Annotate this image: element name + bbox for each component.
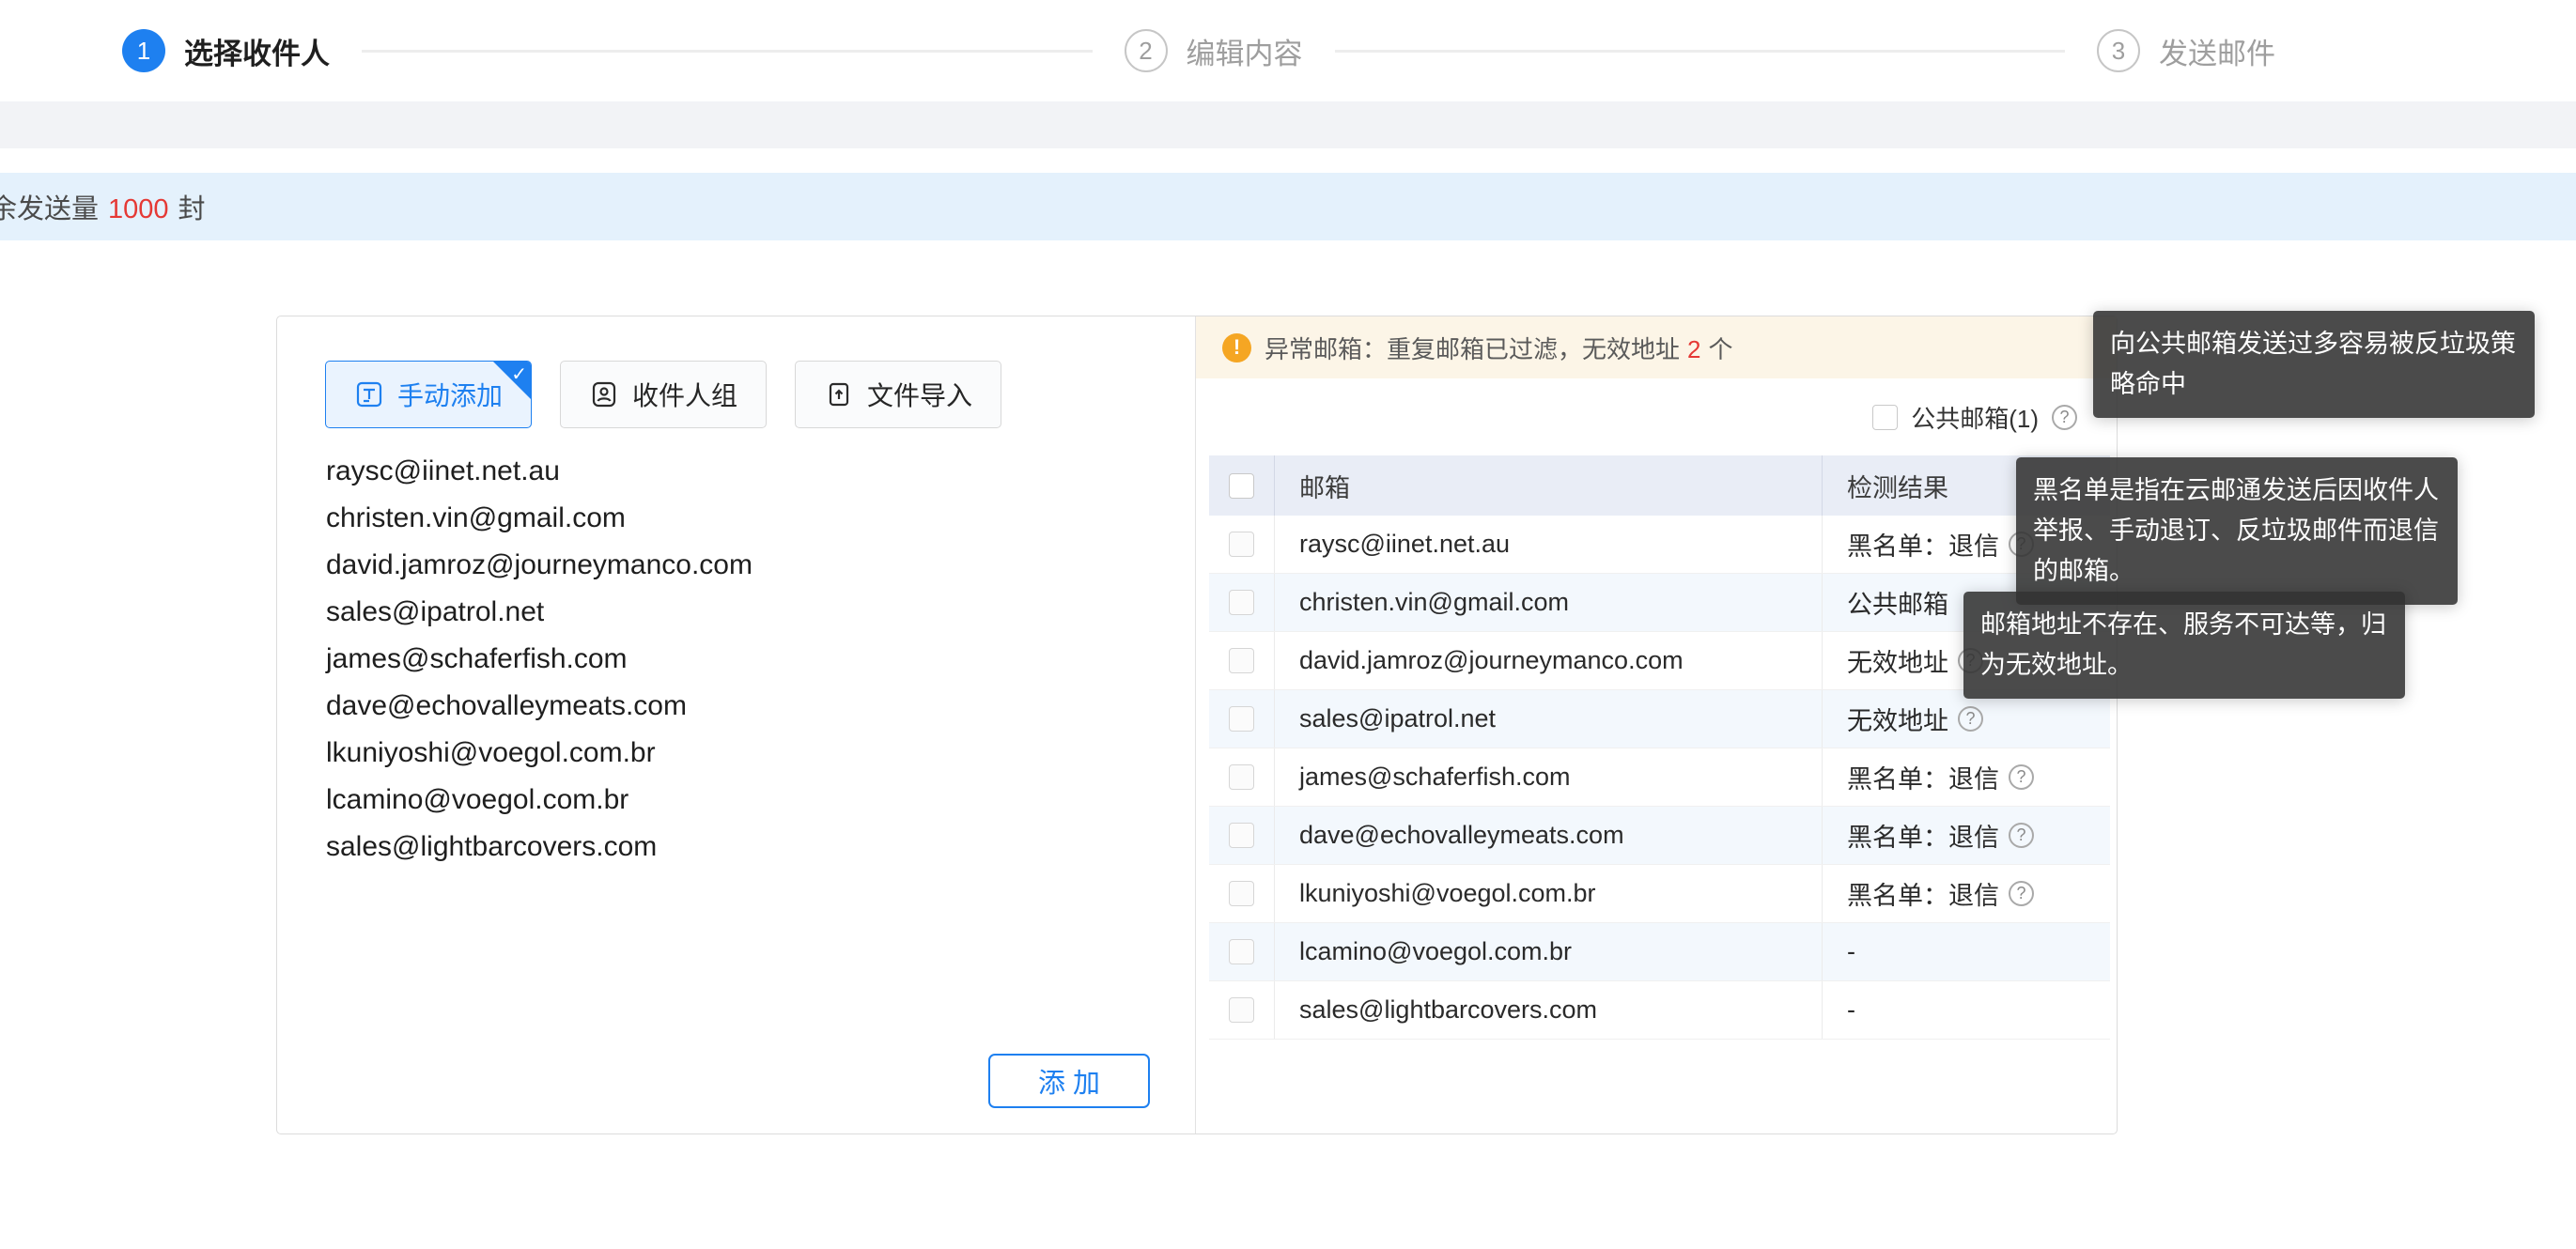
row-checkbox[interactable] xyxy=(1229,881,1254,906)
tab-recipient-group-label: 收件人组 xyxy=(632,376,737,413)
row-result: - xyxy=(1847,937,1855,966)
result-help-icon[interactable]: ? xyxy=(2009,881,2034,906)
public-mailbox-help-icon[interactable]: ? xyxy=(2052,405,2077,430)
manual-add-icon xyxy=(354,379,384,409)
row-checkbox[interactable] xyxy=(1229,648,1254,673)
entered-email: sales@ipatrol.net xyxy=(326,589,1134,636)
result-help-icon[interactable]: ? xyxy=(2009,823,2034,848)
row-result: 无效地址 xyxy=(1847,701,1948,737)
row-result: 公共邮箱 xyxy=(1847,584,1948,621)
public-mailbox-checkbox[interactable] xyxy=(1872,405,1898,430)
table-row: james@schaferfish.com 黑名单：退信 ? xyxy=(1209,748,2110,807)
row-checkbox[interactable] xyxy=(1229,590,1254,615)
row-email: christen.vin@gmail.com xyxy=(1275,574,1823,631)
row-result: 黑名单：退信 xyxy=(1847,526,1999,563)
quota-unit: 封 xyxy=(178,194,206,224)
email-column-header: 邮箱 xyxy=(1275,455,1823,516)
step-connector xyxy=(362,50,1093,53)
entered-email: christen.vin@gmail.com xyxy=(326,495,1134,542)
row-result: 黑名单：退信 xyxy=(1847,759,1999,795)
row-email: lcamino@voegol.com.br xyxy=(1275,923,1823,980)
tab-recipient-group[interactable]: 收件人组 xyxy=(560,361,767,428)
row-result: 黑名单：退信 xyxy=(1847,817,1999,854)
warning-suffix: 个 xyxy=(1708,335,1732,363)
step-2-badge: 2 xyxy=(1125,29,1168,72)
warning-icon: ! xyxy=(1222,333,1251,362)
abnormal-mailbox-banner: ! 异常邮箱：重复邮箱已过滤，无效地址2个 xyxy=(1196,316,2117,378)
row-result: 无效地址 xyxy=(1847,642,1948,679)
table-row: sales@ipatrol.net 无效地址 ? xyxy=(1209,690,2110,748)
public-mailbox-label: 公共邮箱(1) xyxy=(1911,400,2039,435)
tab-file-import[interactable]: 文件导入 xyxy=(795,361,1001,428)
file-import-icon xyxy=(824,379,854,409)
check-icon: ✓ xyxy=(511,362,527,386)
public-mailbox-filter-row: 公共邮箱(1) ? xyxy=(1196,378,2117,455)
step-connector xyxy=(1335,50,2066,53)
entered-email: david.jamroz@journeymanco.com xyxy=(326,542,1134,589)
recipient-input-section: 手动添加 ✓ 收件人组 文件导入 xyxy=(277,316,1196,1133)
table-row: sales@lightbarcovers.com - ? xyxy=(1209,981,2110,1040)
recipient-panel: 手动添加 ✓ 收件人组 文件导入 xyxy=(276,316,2118,1134)
warning-text: 异常邮箱：重复邮箱已过滤，无效地址 xyxy=(1265,335,1680,363)
quota-prefix: 剩余发送量 xyxy=(0,194,99,224)
row-checkbox[interactable] xyxy=(1229,997,1254,1023)
row-checkbox[interactable] xyxy=(1229,764,1254,790)
row-email: raysc@iinet.net.au xyxy=(1275,516,1823,573)
table-header-row: 邮箱 检测结果 xyxy=(1209,455,2110,516)
step-send-mail: 3 发送邮件 xyxy=(2097,29,2275,72)
row-email: lkuniyoshi@voegol.com.br xyxy=(1275,865,1823,922)
table-row: dave@echovalleymeats.com 黑名单：退信 ? xyxy=(1209,807,2110,865)
entered-email: james@schaferfish.com xyxy=(326,636,1134,683)
header-divider-strip xyxy=(0,101,2576,148)
wizard-stepper: 1 选择收件人 2 编辑内容 3 发送邮件 xyxy=(0,0,2576,101)
row-result: 黑名单：退信 xyxy=(1847,875,1999,912)
step-1-label: 选择收件人 xyxy=(184,30,330,72)
entered-email: lkuniyoshi@voegol.com.br xyxy=(326,730,1134,777)
entered-email: dave@echovalleymeats.com xyxy=(326,683,1134,730)
send-quota-bar: 剩余发送量 1000 封 xyxy=(0,173,2576,240)
row-checkbox[interactable] xyxy=(1229,939,1254,964)
row-checkbox[interactable] xyxy=(1229,706,1254,732)
select-all-checkbox[interactable] xyxy=(1229,473,1254,499)
row-email: david.jamroz@journeymanco.com xyxy=(1275,632,1823,689)
row-checkbox[interactable] xyxy=(1229,823,1254,848)
manual-email-input-area[interactable]: raysc@iinet.net.au christen.vin@gmail.co… xyxy=(326,448,1134,871)
tooltip-invalid-address: 邮箱地址不存在、服务不可达等，归为无效地址。 xyxy=(1963,592,2405,699)
quota-amount: 1000 xyxy=(108,194,169,224)
table-row: lkuniyoshi@voegol.com.br 黑名单：退信 ? xyxy=(1209,865,2110,923)
entered-email: sales@lightbarcovers.com xyxy=(326,824,1134,871)
add-mode-tabs: 手动添加 ✓ 收件人组 文件导入 xyxy=(325,361,1001,428)
row-email: dave@echovalleymeats.com xyxy=(1275,807,1823,864)
step-3-label: 发送邮件 xyxy=(2159,30,2275,72)
invalid-count: 2 xyxy=(1687,335,1700,363)
row-result: - xyxy=(1847,995,1855,1025)
result-help-icon[interactable]: ? xyxy=(1958,706,1983,732)
entered-email: raysc@iinet.net.au xyxy=(326,448,1134,495)
step-2-label: 编辑内容 xyxy=(1187,30,1303,72)
validation-section: ! 异常邮箱：重复邮箱已过滤，无效地址2个 公共邮箱(1) ? 邮箱 检测结果 xyxy=(1196,316,2117,1133)
tooltip-public-mailbox: 向公共邮箱发送过多容易被反垃圾策略命中 xyxy=(2093,311,2535,418)
row-email: james@schaferfish.com xyxy=(1275,748,1823,806)
row-checkbox[interactable] xyxy=(1229,532,1254,557)
validation-table: 邮箱 检测结果 raysc@iinet.net.au 黑名单：退信 ? xyxy=(1209,455,2110,1040)
tab-manual-add[interactable]: 手动添加 ✓ xyxy=(325,361,532,428)
entered-email: lcamino@voegol.com.br xyxy=(326,777,1134,824)
add-button[interactable]: 添 加 xyxy=(988,1054,1150,1108)
tab-manual-add-label: 手动添加 xyxy=(397,376,503,413)
result-help-icon[interactable]: ? xyxy=(2009,764,2034,790)
step-select-recipients: 1 选择收件人 xyxy=(122,29,330,72)
tab-file-import-label: 文件导入 xyxy=(867,376,972,413)
table-row: lcamino@voegol.com.br - ? xyxy=(1209,923,2110,981)
recipient-group-icon xyxy=(589,379,619,409)
step-3-badge: 3 xyxy=(2097,29,2140,72)
row-email: sales@ipatrol.net xyxy=(1275,690,1823,748)
tooltip-blacklist: 黑名单是指在云邮通发送后因收件人举报、手动退订、反垃圾邮件而退信的邮箱。 xyxy=(2016,457,2458,605)
row-email: sales@lightbarcovers.com xyxy=(1275,981,1823,1039)
step-edit-content: 2 编辑内容 xyxy=(1125,29,1303,72)
table-row: raysc@iinet.net.au 黑名单：退信 ? xyxy=(1209,516,2110,574)
step-1-badge: 1 xyxy=(122,29,165,72)
